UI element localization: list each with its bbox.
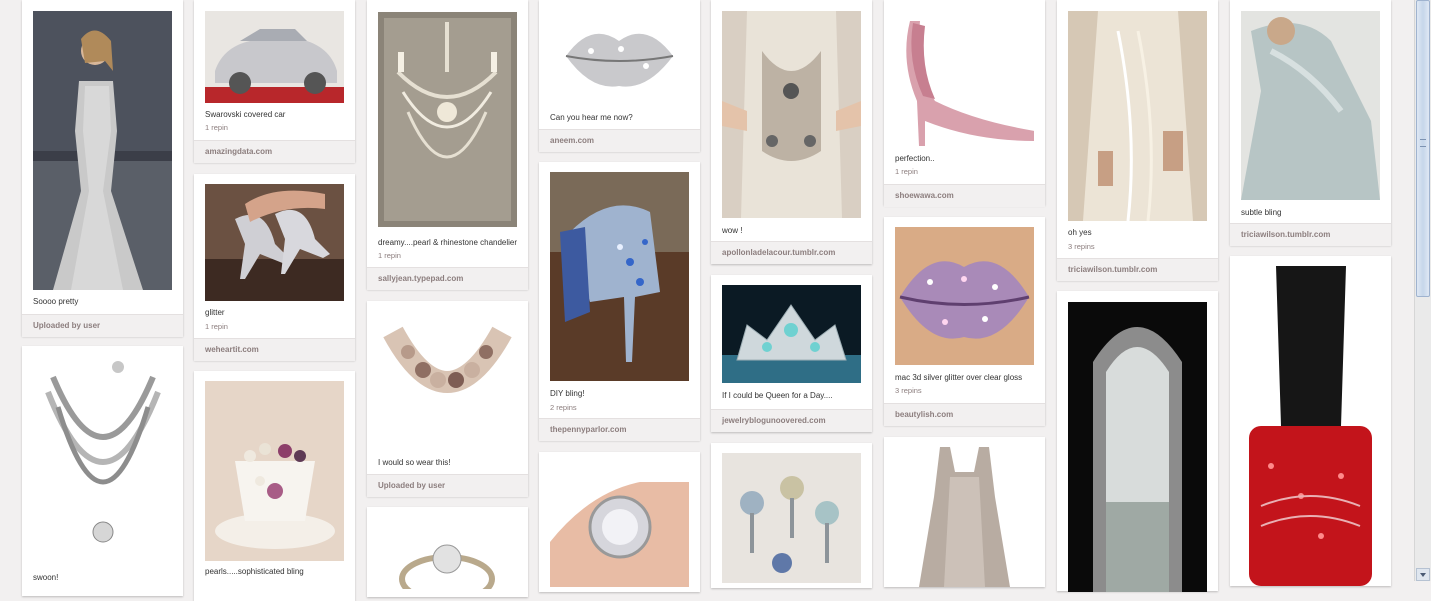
pin-description: DIY bling! — [550, 389, 585, 398]
pin-image-pink-glitter-pump[interactable] — [895, 11, 1034, 148]
pin-source-label[interactable]: shoewawa.com — [895, 191, 954, 200]
pin-source[interactable]: triciawilson.tumblr.com — [1230, 223, 1391, 246]
pin-image-jeweled-keys[interactable] — [722, 453, 861, 583]
pin-description: oh yes — [1068, 228, 1092, 237]
pin-repins: 1 repin — [205, 123, 228, 132]
scroll-down-arrow-icon[interactable] — [1416, 568, 1430, 581]
pin-source[interactable]: shoewawa.com — [884, 184, 1045, 207]
pin-source-label[interactable]: triciawilson.tumblr.com — [1241, 230, 1330, 239]
pin-source[interactable]: sallyjean.typepad.com — [367, 267, 528, 290]
pin-source[interactable]: weheartit.com — [194, 338, 355, 361]
pin-source-label[interactable]: amazingdata.com — [205, 147, 272, 156]
pin-description: wow ! — [722, 226, 743, 235]
pin-image-diy-bling-heel[interactable] — [550, 172, 689, 381]
pin-image-glitter-heels[interactable] — [205, 184, 344, 301]
pin-image-sequin-gown[interactable] — [33, 11, 172, 290]
pin-card[interactable]: subtle bling triciawilson.tumblr.com — [1230, 0, 1391, 246]
pin-source-label[interactable]: triciawilson.tumblr.com — [1068, 265, 1157, 274]
pin-card[interactable] — [1057, 291, 1218, 592]
pin-card[interactable]: If I could be Queen for a Day.... jewelr… — [711, 275, 872, 432]
pin-description: Soooo pretty — [33, 297, 79, 306]
pin-description: subtle bling — [1241, 208, 1282, 217]
vertical-scrollbar[interactable] — [1414, 0, 1431, 581]
pin-card[interactable]: Swarovski covered car 1 repin amazingdat… — [194, 0, 355, 163]
pin-image-ornate-mirror[interactable] — [1068, 302, 1207, 592]
pin-card[interactable]: swoon! — [22, 346, 183, 596]
pin-source[interactable]: apollonladelacour.tumblr.com — [711, 241, 872, 264]
pin-source[interactable]: thepennyparlor.com — [539, 418, 700, 441]
pin-source-label[interactable]: thepennyparlor.com — [550, 425, 626, 434]
pin-card[interactable]: Can you hear me now? aneem.com — [539, 0, 700, 152]
pin-image-tiara[interactable] — [722, 285, 861, 383]
pin-source-label[interactable]: Uploaded by user — [33, 321, 100, 330]
pin-source[interactable]: jewelryblogunoovered.com — [711, 409, 872, 432]
pin-source-label[interactable]: jewelryblogunoovered.com — [722, 416, 826, 425]
pin-card[interactable]: wow ! apollonladelacour.tumblr.com — [711, 0, 872, 264]
pin-image-ring[interactable] — [378, 519, 517, 589]
pin-source[interactable]: beautylish.com — [884, 403, 1045, 426]
pin-card[interactable]: DIY bling! 2 repins thepennyparlor.com — [539, 162, 700, 441]
pin-image-jeweled-collar[interactable] — [378, 312, 517, 448]
pin-description: Swarovski covered car — [205, 110, 286, 119]
pin-image-pearl-teacup[interactable] — [205, 381, 344, 561]
pin-description: I would so wear this! — [378, 458, 451, 467]
pin-description: mac 3d silver glitter over clear gloss — [895, 373, 1023, 382]
pin-image-crystal-necklace[interactable] — [33, 357, 172, 570]
pin-source-label[interactable]: weheartit.com — [205, 345, 259, 354]
pin-source[interactable]: Uploaded by user — [367, 474, 528, 497]
pin-image-diamond-ring[interactable] — [550, 462, 689, 587]
pin-repins: 3 repins — [1068, 242, 1095, 251]
pin-card[interactable] — [711, 443, 872, 588]
pin-source-label[interactable]: beautylish.com — [895, 410, 953, 419]
pin-source-label[interactable]: sallyjean.typepad.com — [378, 274, 463, 283]
pin-source[interactable]: amazingdata.com — [194, 140, 355, 163]
scrollbar-thumb[interactable] — [1416, 0, 1430, 297]
pin-image-crystal-lips[interactable] — [561, 11, 678, 105]
pin-repins: 3 repins — [895, 386, 922, 395]
pin-description: perfection.. — [895, 154, 935, 163]
pin-description: If I could be Queen for a Day.... — [722, 391, 833, 400]
pin-card[interactable]: I would so wear this! Uploaded by user — [367, 301, 528, 497]
pin-image-pearl-chandelier[interactable] — [378, 12, 517, 227]
pin-description: Can you hear me now? — [550, 113, 633, 122]
pin-card[interactable] — [1230, 256, 1391, 586]
pin-description: glitter — [205, 308, 225, 317]
pin-image-glitter-lips[interactable] — [895, 227, 1034, 365]
pin-card[interactable] — [539, 452, 700, 592]
pin-repins: 2 repins — [550, 403, 577, 412]
pin-card[interactable]: oh yes 3 repins triciawilson.tumblr.com — [1057, 0, 1218, 281]
pin-card[interactable] — [884, 437, 1045, 587]
pin-card[interactable] — [367, 507, 528, 597]
pin-card[interactable]: Soooo pretty Uploaded by user — [22, 0, 183, 337]
pin-source-label[interactable]: Uploaded by user — [378, 481, 445, 490]
pin-description: pearls.....sophisticated bling — [205, 567, 304, 576]
pin-description: dreamy....pearl & rhinestone chandelier — [378, 238, 518, 247]
pin-source-label[interactable]: aneem.com — [550, 136, 594, 145]
pin-image-sequin-dress[interactable] — [895, 447, 1034, 587]
pin-card[interactable]: pearls.....sophisticated bling — [194, 371, 355, 601]
pin-card[interactable]: glitter 1 repin weheartit.com — [194, 174, 355, 361]
pin-image-crystal-car[interactable] — [205, 11, 344, 103]
pin-card[interactable]: mac 3d silver glitter over clear gloss 3… — [884, 217, 1045, 426]
pin-source[interactable]: Uploaded by user — [22, 314, 183, 337]
pin-repins: 1 repin — [205, 322, 228, 331]
pin-repins: 1 repin — [378, 251, 401, 260]
pin-source-label[interactable]: apollonladelacour.tumblr.com — [722, 248, 835, 257]
pin-card[interactable]: dreamy....pearl & rhinestone chandelier … — [367, 0, 528, 290]
pin-source[interactable]: triciawilson.tumblr.com — [1057, 258, 1218, 281]
pin-card[interactable]: perfection.. 1 repin shoewawa.com — [884, 0, 1045, 207]
pin-repins: 1 repin — [895, 167, 918, 176]
pin-source[interactable]: aneem.com — [539, 129, 700, 152]
pin-image-opi-nail-polish[interactable] — [1241, 266, 1380, 586]
pin-image-subtle-bling-dress[interactable] — [1241, 11, 1380, 200]
pin-image-beaded-corset[interactable] — [722, 11, 861, 218]
pin-image-pearl-draped-dress[interactable] — [1068, 11, 1207, 221]
